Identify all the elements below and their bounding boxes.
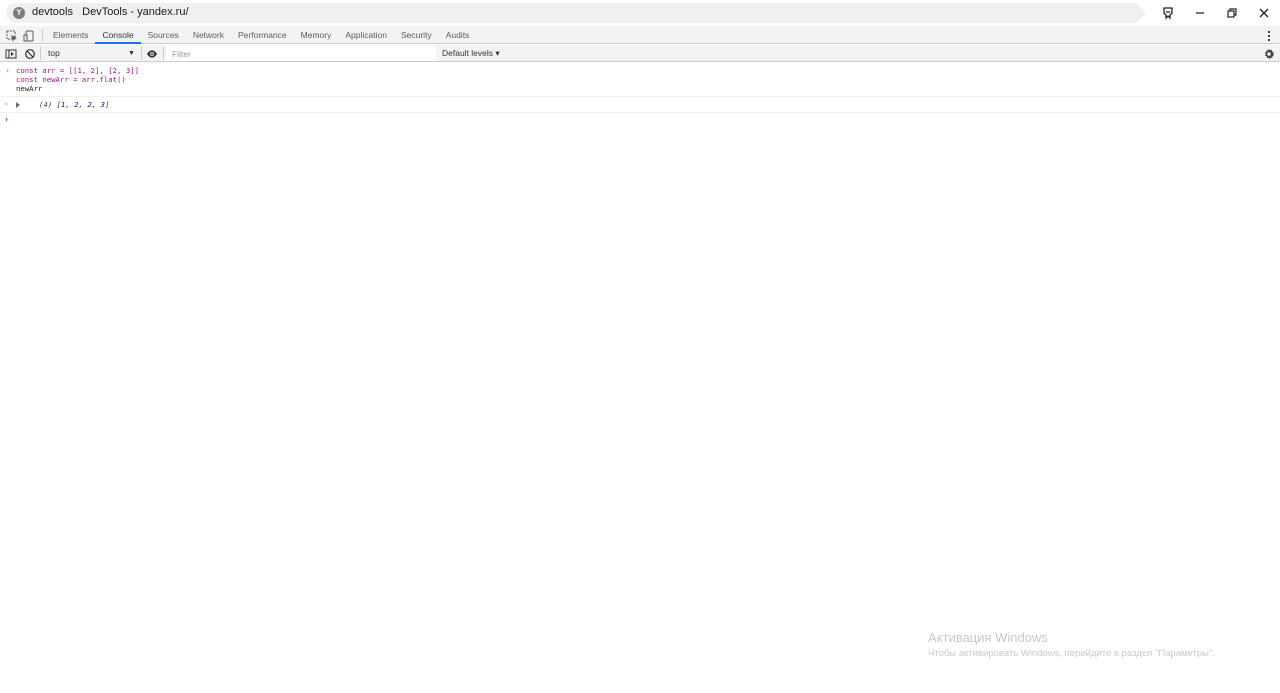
console-toolbar: top ▼ Default levels ▾ — [0, 45, 1280, 62]
devtools-tab-bar: Elements Console Sources Network Perform… — [0, 26, 1280, 44]
tab-sources[interactable]: Sources — [141, 26, 186, 44]
result-return-icon: « — [4, 100, 9, 108]
context-selector[interactable]: top — [43, 46, 139, 61]
toolbar-divider — [141, 47, 142, 60]
input-prompt-icon: › — [5, 114, 8, 124]
restore-icon[interactable] — [1222, 4, 1242, 22]
log-levels-dropdown[interactable]: Default levels ▾ — [442, 46, 500, 61]
input-prompt-icon: › — [5, 66, 10, 75]
more-options-icon[interactable] — [1264, 29, 1274, 42]
windows-activation-title: Активация Windows — [928, 630, 1048, 645]
pin-icon[interactable] — [1158, 4, 1178, 22]
code-text: const newArr = arr.flat() — [16, 75, 126, 84]
toolbar-divider — [163, 47, 164, 60]
console-input-entry: › const arr = [[1, 2], [2, 3]] const new… — [0, 63, 1280, 97]
show-sidebar-icon[interactable] — [5, 47, 17, 59]
devtools-tabs: Elements Console Sources Network Perform… — [46, 26, 476, 44]
title-pill: Y devtools DevTools - yandex.ru/ — [6, 3, 1146, 23]
gear-icon[interactable] — [1263, 47, 1275, 60]
code-line: const arr = [[1, 2], [2, 3]] — [16, 66, 1280, 75]
code-line: newArr — [16, 84, 1280, 93]
tab-network[interactable]: Network — [186, 26, 231, 44]
result-value: 2 — [74, 100, 79, 109]
toolbar-divider — [42, 29, 43, 41]
expand-triangle-icon[interactable] — [16, 102, 20, 108]
filter-input[interactable] — [166, 46, 436, 61]
array-result[interactable]: (4) [1, 2, 2, 3] — [16, 100, 1280, 109]
result-value: 2 — [87, 100, 92, 109]
yandex-browser-icon: Y — [13, 7, 25, 19]
console-output: › const arr = [[1, 2], [2, 3]] const new… — [0, 63, 1280, 127]
minimize-icon[interactable] — [1190, 4, 1210, 22]
close-icon[interactable] — [1254, 4, 1274, 22]
window-title-bar: Y devtools DevTools - yandex.ru/ — [0, 0, 1280, 26]
result-value: 1 — [60, 100, 66, 109]
tab-audits[interactable]: Audits — [439, 26, 477, 44]
toolbar-divider — [40, 47, 41, 60]
tab-application[interactable]: Application — [338, 26, 394, 44]
code-text: const arr = [[1, 2], [2, 3]] — [16, 66, 140, 75]
result-suffix: ] — [104, 100, 110, 109]
tab-memory[interactable]: Memory — [294, 26, 339, 44]
result-prefix: (4) [ — [39, 100, 61, 109]
clear-console-icon[interactable] — [24, 47, 36, 59]
device-toolbar-icon[interactable] — [23, 29, 35, 42]
windows-activation-subtitle: Чтобы активировать Windows, перейдите в … — [928, 648, 1215, 659]
code-text: newArr — [16, 84, 43, 93]
tab-performance[interactable]: Performance — [231, 26, 294, 44]
chevron-down-icon: ▼ — [128, 50, 135, 57]
tab-security[interactable]: Security — [394, 26, 439, 44]
tab-elements[interactable]: Elements — [46, 26, 95, 44]
tab-console[interactable]: Console — [95, 26, 141, 44]
inspect-element-icon[interactable] — [6, 29, 18, 42]
code-line: const newArr = arr.flat() — [16, 75, 1280, 84]
window-title: devtools DevTools - yandex.ru/ — [32, 6, 189, 18]
live-expression-eye-icon[interactable] — [146, 47, 158, 59]
console-prompt[interactable]: › — [0, 113, 1280, 127]
console-result-entry: « (4) [1, 2, 2, 3] — [0, 97, 1280, 113]
